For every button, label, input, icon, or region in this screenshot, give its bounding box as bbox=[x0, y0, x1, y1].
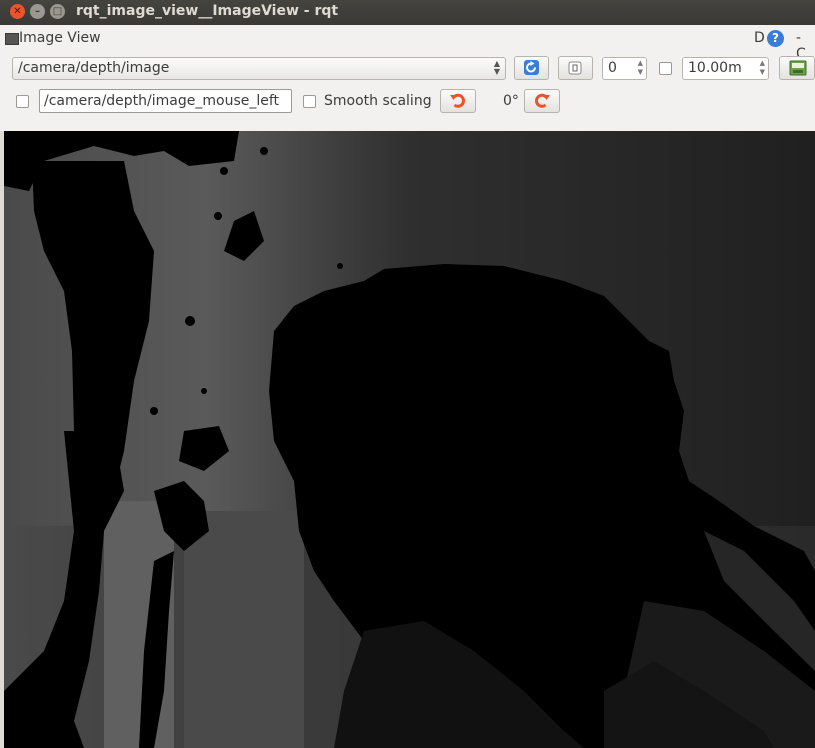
maximize-window-button[interactable]: □ bbox=[50, 4, 65, 19]
zoom-icon bbox=[568, 61, 582, 75]
max-range-spinbox[interactable]: 10.00m ▲ ▼ bbox=[682, 57, 769, 80]
zoom-spinbox[interactable]: 0 ▲ ▼ bbox=[602, 57, 647, 80]
smooth-scaling-label: Smooth scaling bbox=[324, 93, 432, 109]
smooth-scaling-checkbox[interactable] bbox=[303, 95, 316, 108]
help-icon[interactable]: ? bbox=[767, 30, 784, 47]
dock-widget-icon bbox=[5, 33, 19, 45]
topic-combobox[interactable]: /camera/depth/image ▲ ▼ bbox=[12, 57, 506, 80]
zoom-spinbox-value: 0 bbox=[608, 60, 617, 76]
title-bar: ✕ – □ rqt_image_view__ImageView - rqt bbox=[0, 0, 815, 25]
dock-d-label[interactable]: D bbox=[754, 30, 765, 46]
rotate-left-button[interactable] bbox=[440, 89, 476, 113]
depth-image[interactable] bbox=[4, 131, 815, 748]
rotate-right-icon bbox=[535, 93, 550, 108]
refresh-topics-button[interactable] bbox=[514, 56, 549, 80]
spinbox-arrows-icon[interactable]: ▲ ▼ bbox=[760, 59, 765, 77]
dynamic-range-checkbox[interactable] bbox=[659, 62, 672, 75]
spinbox-arrows-icon[interactable]: ▲ ▼ bbox=[638, 59, 643, 77]
mouse-topic-input[interactable]: /camera/depth/image_mouse_left bbox=[39, 89, 292, 113]
mouse-topic-value: /camera/depth/image_mouse_left bbox=[44, 93, 280, 109]
rotation-label: 0° bbox=[503, 93, 519, 109]
window-title: rqt_image_view__ImageView - rqt bbox=[76, 3, 339, 19]
max-range-value: 10.00m bbox=[688, 60, 742, 76]
refresh-icon bbox=[524, 60, 539, 75]
save-image-icon bbox=[789, 60, 807, 76]
save-image-button[interactable] bbox=[779, 56, 815, 80]
rotate-left-icon bbox=[450, 93, 465, 108]
dock-title: Image View bbox=[19, 30, 101, 46]
combobox-arrows-icon: ▲ ▼ bbox=[493, 59, 500, 76]
minimize-window-button[interactable]: – bbox=[30, 4, 45, 19]
rotate-right-button[interactable] bbox=[524, 89, 560, 113]
image-viewport[interactable] bbox=[4, 131, 815, 748]
mouse-publish-checkbox[interactable] bbox=[16, 95, 29, 108]
topic-value: /camera/depth/image bbox=[18, 60, 170, 76]
close-window-button[interactable]: ✕ bbox=[10, 4, 25, 19]
zoom-button[interactable] bbox=[558, 56, 593, 80]
